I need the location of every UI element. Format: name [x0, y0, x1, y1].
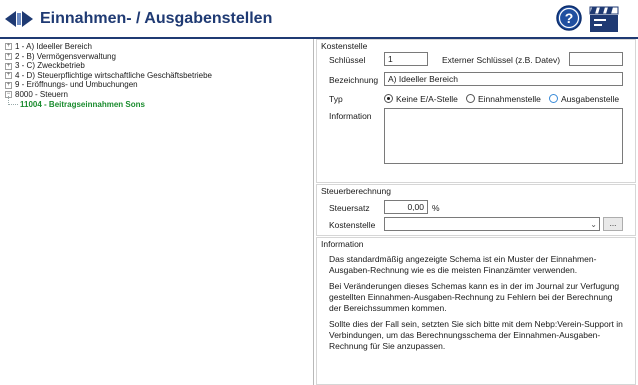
- radio-label: Einnahmenstelle: [478, 94, 541, 104]
- chevron-down-icon: ⌄: [590, 220, 597, 229]
- svg-text:?: ?: [565, 10, 574, 26]
- detail-panel: Kostenstelle Schlüssel 1 Externer Schlüs…: [316, 39, 638, 385]
- radio-keine-ea-stelle[interactable]: [384, 94, 393, 103]
- expand-icon[interactable]: +: [5, 52, 12, 60]
- clapperboard-icon[interactable]: [589, 5, 619, 33]
- header-bar: Einnahmen- / Ausgabenstellen ?: [0, 0, 638, 39]
- tree-item[interactable]: +3 - C) Zweckbetrieb: [5, 61, 212, 71]
- radio-label: Keine E/A-Stelle: [396, 94, 458, 104]
- tree-item[interactable]: +1 - A) Ideeller Bereich: [5, 42, 212, 52]
- information-label: Information: [329, 111, 372, 121]
- extern-key-input[interactable]: [569, 52, 623, 66]
- tree-item[interactable]: +9 - Eröffnungs- und Umbuchungen: [5, 80, 212, 90]
- steuersatz-input[interactable]: 0,00: [384, 200, 428, 214]
- back-forward-icon[interactable]: [5, 11, 33, 27]
- steuersatz-label: Steuersatz: [329, 203, 370, 213]
- help-icon[interactable]: ?: [556, 5, 582, 31]
- info-paragraph: Das standardmäßig angezeigte Schema ist …: [329, 254, 597, 275]
- percent-label: %: [432, 203, 440, 213]
- steuer-kostenstelle-select[interactable]: ⌄: [384, 217, 600, 231]
- radio-einnahmenstelle[interactable]: [466, 94, 475, 103]
- information-text: Das standardmäßig angezeigte Schema ist …: [329, 254, 625, 357]
- information-textarea[interactable]: [384, 108, 623, 164]
- bezeichnung-label: Bezeichnung: [329, 75, 379, 85]
- group-title: Information: [321, 239, 364, 249]
- info-paragraph: Sollte dies der Fall sein, setzten Sie s…: [329, 319, 623, 351]
- page-title: Einnahmen- / Ausgabenstellen: [40, 10, 273, 27]
- steuer-kostenstelle-label: Kostenstelle: [329, 220, 376, 230]
- cost-center-tree: +1 - A) Ideeller Bereich +2 - B) Vermöge…: [5, 42, 212, 109]
- tree-panel: +1 - A) Ideeller Bereich +2 - B) Vermöge…: [0, 39, 314, 385]
- group-title: Steuerberechnung: [321, 186, 391, 196]
- kostenstelle-group: Kostenstelle Schlüssel 1 Externer Schlüs…: [316, 39, 636, 183]
- steuer-group: Steuerberechnung Steuersatz 0,00 % Koste…: [316, 184, 636, 236]
- schluessel-label: Schlüssel: [329, 55, 366, 65]
- schluessel-input[interactable]: 1: [384, 52, 428, 66]
- typ-label: Typ: [329, 94, 343, 104]
- information-group: Information Das standardmäßig angezeigte…: [316, 237, 636, 385]
- bezeichnung-input[interactable]: A) Ideeller Bereich: [384, 72, 623, 86]
- group-title: Kostenstelle: [321, 41, 368, 51]
- expand-icon[interactable]: +: [5, 81, 12, 89]
- expand-icon[interactable]: +: [5, 43, 12, 51]
- radio-label: Ausgabenstelle: [561, 94, 620, 104]
- tree-item-selected[interactable]: 11004 - Beitragseinnahmen Sons: [5, 95, 212, 110]
- tree-connector: [8, 95, 18, 105]
- expand-icon[interactable]: +: [5, 72, 12, 80]
- tree-item[interactable]: +2 - B) Vermögensverwaltung: [5, 52, 212, 62]
- tree-item[interactable]: +4 - D) Steuerpflichtige wirtschaftliche…: [5, 71, 212, 81]
- info-paragraph: Bei Veränderungen dieses Schemas kann es…: [329, 281, 620, 313]
- expand-icon[interactable]: +: [5, 62, 12, 70]
- radio-ausgabenstelle[interactable]: [549, 94, 558, 103]
- tree-item[interactable]: −8000 - Steuern: [5, 90, 212, 100]
- extern-key-label: Externer Schlüssel (z.B. Datev): [442, 55, 561, 65]
- browse-button[interactable]: ...: [603, 217, 623, 231]
